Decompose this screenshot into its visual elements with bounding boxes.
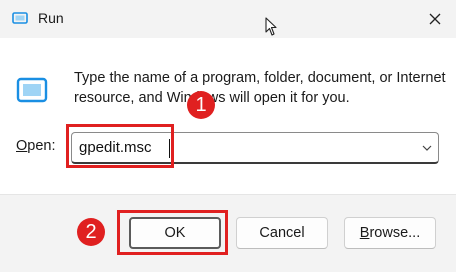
step-badge-1: 1 <box>187 91 215 119</box>
browse-label-rest: rowse... <box>369 225 421 241</box>
highlight-open-field <box>66 124 174 168</box>
open-label-accel: O <box>16 138 28 154</box>
highlight-ok-button <box>117 210 228 255</box>
dialog-footer: OK Cancel Browse... <box>0 194 456 272</box>
open-label: Open: <box>16 138 56 154</box>
open-label-rest: pen: <box>27 138 56 154</box>
cancel-button[interactable]: Cancel <box>236 217 328 249</box>
mouse-cursor-icon <box>265 17 277 36</box>
browse-button[interactable]: Browse... <box>344 217 436 249</box>
step-badge-2: 2 <box>77 218 105 246</box>
run-icon <box>16 77 48 103</box>
chevron-down-icon[interactable] <box>420 141 434 155</box>
run-app-icon <box>12 12 28 24</box>
dialog-content: Type the name of a program, folder, docu… <box>0 38 456 194</box>
close-icon[interactable] <box>424 8 446 30</box>
dialog-description: Type the name of a program, folder, docu… <box>74 70 446 106</box>
browse-accel: B <box>359 225 370 241</box>
title-bar: Run <box>0 0 456 38</box>
window-title: Run <box>38 10 64 26</box>
